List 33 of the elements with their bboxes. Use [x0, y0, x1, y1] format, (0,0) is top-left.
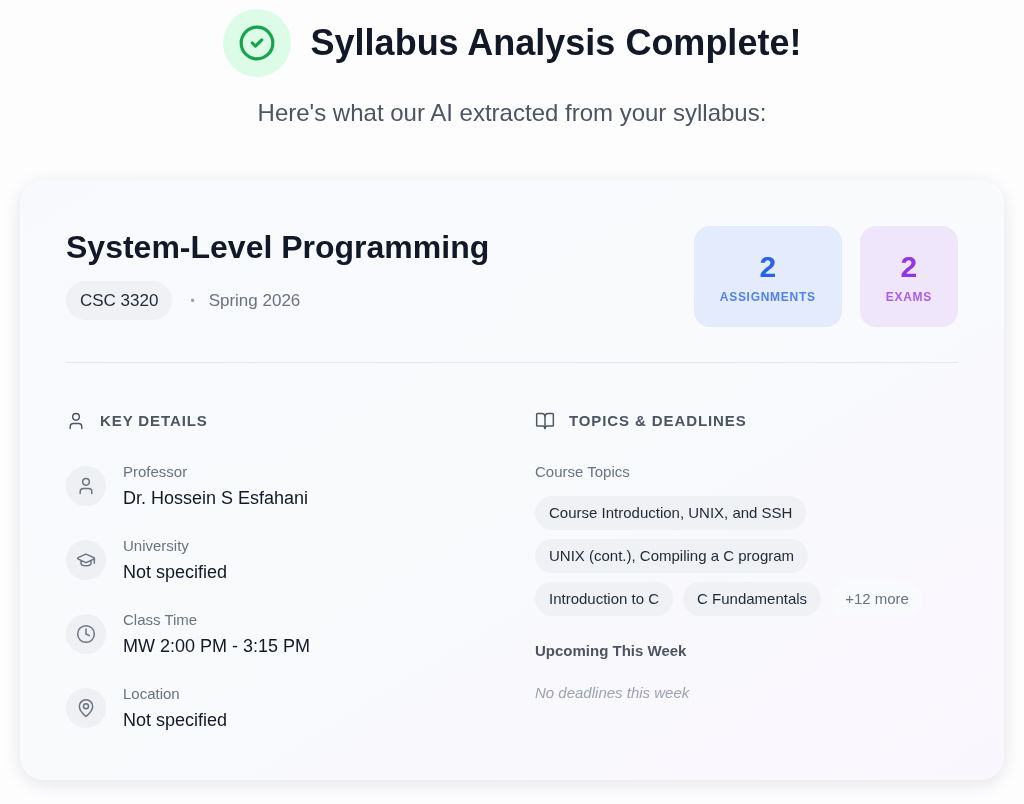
- course-term: Spring 2026: [208, 289, 301, 312]
- stat-label: EXAMS: [885, 288, 932, 305]
- stat-label: ASSIGNMENTS: [719, 288, 816, 305]
- graduation-cap-icon: [66, 540, 106, 580]
- stat-value: 2: [900, 248, 918, 285]
- section-heading: TOPICS & DEADLINES: [569, 410, 747, 431]
- topic-chip: C Fundamentals: [683, 582, 822, 616]
- topics-label: Course Topics: [535, 462, 631, 482]
- course-code-tag: CSC 3320: [66, 281, 173, 320]
- section-heading: KEY DETAILS: [100, 410, 208, 431]
- person-icon: [66, 411, 86, 431]
- page-subtitle: Here's what our AI extracted from your syllabus:: [257, 98, 767, 128]
- topic-chip: Course Introduction, UNIX, and SSH: [535, 496, 807, 530]
- book-icon: [535, 411, 555, 431]
- detail-value: MW 2:00 PM - 3:15 PM: [123, 635, 311, 658]
- detail-value: Not specified: [123, 561, 228, 584]
- stat-value: 2: [759, 248, 777, 285]
- detail-value: Dr. Hossein S Esfahani: [123, 487, 309, 510]
- detail-value: Not specified: [123, 709, 228, 732]
- detail-label: Class Time: [123, 610, 199, 630]
- upcoming-label: Upcoming This Week: [535, 641, 688, 661]
- map-pin-icon: [66, 688, 106, 728]
- course-title: System-Level Programming: [66, 228, 490, 267]
- clock-icon: [66, 614, 106, 654]
- topic-chip: Introduction to C: [535, 582, 674, 616]
- detail-label: Location: [123, 684, 181, 704]
- detail-label: University: [123, 536, 190, 556]
- page-title: Syllabus Analysis Complete!: [310, 21, 802, 65]
- separator-dot: •: [190, 292, 195, 310]
- detail-label: Professor: [123, 462, 189, 482]
- person-icon: [66, 466, 106, 506]
- empty-deadlines-text: No deadlines this week: [535, 683, 691, 703]
- topic-chip: UNIX (cont.), Compiling a C program: [535, 539, 809, 573]
